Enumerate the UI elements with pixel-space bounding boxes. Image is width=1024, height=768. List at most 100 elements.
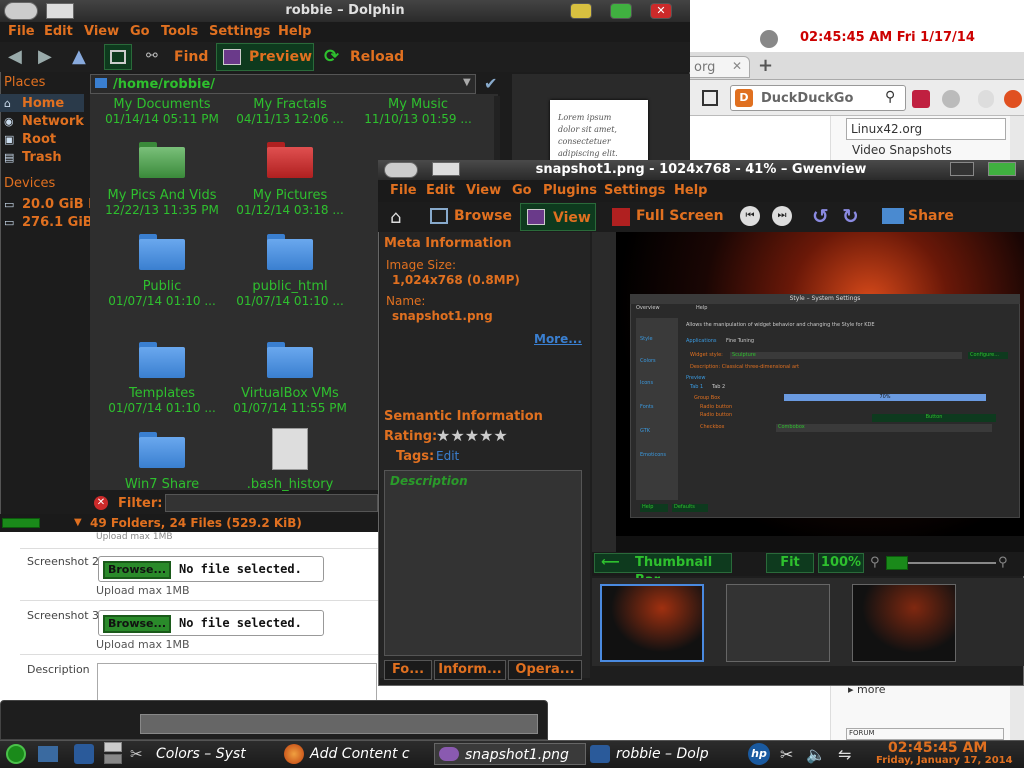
screenshot3-file-input[interactable]: Browse... No file selected. <box>98 610 324 636</box>
linux42-field[interactable]: Linux42.org <box>846 118 1006 140</box>
thumbnail[interactable] <box>726 584 830 662</box>
item-name[interactable]: Public <box>98 279 226 294</box>
browse-button-3[interactable]: Browse... <box>103 615 171 633</box>
zoom-slider-handle[interactable] <box>886 556 908 570</box>
calculator-icon[interactable] <box>702 90 718 106</box>
thumbnail-bar-button[interactable]: ⟵ Thumbnail Bar <box>594 553 732 588</box>
menu-view[interactable]: View <box>84 24 119 39</box>
item-name[interactable]: public_html <box>226 279 354 294</box>
back-icon[interactable]: ◀ <box>8 46 22 67</box>
chevron-down-icon[interactable]: ▼ <box>74 517 82 528</box>
close-filter-icon[interactable]: ✕ <box>94 496 108 510</box>
star-icon[interactable]: ★ <box>450 426 464 445</box>
menu-go[interactable]: Go <box>512 183 532 198</box>
menu-file[interactable]: File <box>8 24 35 39</box>
tab-information[interactable]: Inform... <box>434 660 506 680</box>
volume-icon[interactable]: 🔈 <box>806 745 826 764</box>
menu-file[interactable]: File <box>390 183 417 198</box>
item-name[interactable]: .bash_history <box>226 477 354 492</box>
screenshot2-file-input[interactable]: Browse... No file selected. <box>98 556 324 582</box>
rotate-right-icon[interactable]: ↻ <box>842 204 859 228</box>
rotate-left-icon[interactable]: ↺ <box>812 204 829 228</box>
win7-folder-icon[interactable] <box>139 432 185 468</box>
public-html-folder-icon[interactable] <box>267 234 313 270</box>
share-button[interactable]: Share <box>908 208 954 224</box>
browse-button-2[interactable]: Browse... <box>103 561 171 579</box>
star-icon[interactable]: ★ <box>436 426 450 445</box>
item-name[interactable]: Win7 Share <box>98 477 226 492</box>
device-2[interactable]: 276.1 GiB <box>22 215 93 230</box>
hp-icon[interactable]: hp <box>748 743 770 765</box>
more-link[interactable]: More... <box>534 332 582 346</box>
tab-close-icon[interactable]: ✕ <box>732 59 742 73</box>
ghost-icon[interactable] <box>978 90 994 108</box>
up-icon[interactable]: ▲ <box>72 46 86 67</box>
menu-help[interactable]: Help <box>674 183 707 198</box>
zoom-slider-track[interactable] <box>908 562 996 564</box>
kde-menu-icon[interactable] <box>6 744 26 764</box>
templates-folder-icon[interactable] <box>139 342 185 378</box>
forum-box[interactable]: FORUM <box>846 728 1004 740</box>
tab-folders[interactable]: Fo... <box>384 660 432 680</box>
item-name[interactable]: My Documents <box>98 97 226 112</box>
star-icon[interactable]: ★ <box>493 426 507 445</box>
next-icon[interactable]: ⏭ <box>772 206 792 226</box>
task-gwenview[interactable]: snapshot1.png <box>434 743 586 765</box>
device-1[interactable]: 20.0 GiB I <box>22 197 93 212</box>
menu-edit[interactable]: Edit <box>44 24 73 39</box>
virtualbox-folder-icon[interactable] <box>267 342 313 378</box>
item-name[interactable]: VirtualBox VMs <box>226 386 354 401</box>
browse-button[interactable]: Browse <box>454 208 512 224</box>
menu-settings[interactable]: Settings <box>209 24 270 39</box>
minimize-button[interactable] <box>950 162 974 176</box>
maximize-button[interactable] <box>988 162 1016 176</box>
item-name[interactable]: My Pics And Vids <box>98 188 226 203</box>
forward-icon[interactable]: ▶ <box>38 46 52 67</box>
addon-icon[interactable] <box>912 90 930 108</box>
item-name[interactable]: Templates <box>98 386 226 401</box>
home-icon[interactable]: ⌂ <box>390 207 401 228</box>
zoom-out-icon[interactable]: ⚲ <box>870 555 880 570</box>
task-colors[interactable]: ✂ Colors – Syst <box>130 743 278 765</box>
item-name[interactable]: My Pictures <box>226 188 354 203</box>
search-icon[interactable]: ⚲ <box>885 89 895 105</box>
zoom-level[interactable]: 100% <box>818 553 864 573</box>
search-box[interactable]: D DuckDuckGo ⚲ <box>730 85 906 111</box>
firefox-profile-icon[interactable] <box>760 30 778 48</box>
task-dolphin[interactable]: robbie – Dolp <box>590 743 738 765</box>
menu-help[interactable]: Help <box>278 24 311 39</box>
taskbar-clock-time[interactable]: 02:45:45 AM <box>888 740 987 756</box>
task-firefox[interactable]: Add Content c <box>284 743 432 765</box>
menu-tools[interactable]: Tools <box>161 24 198 39</box>
pager-icon[interactable] <box>104 742 122 752</box>
checkmark-icon[interactable]: ✔ <box>484 74 497 93</box>
menu-settings[interactable]: Settings <box>604 183 665 198</box>
rating-stars[interactable]: ★★★★★ <box>436 426 508 445</box>
star-icon[interactable]: ★ <box>479 426 493 445</box>
description-box[interactable] <box>384 470 582 656</box>
menu-go[interactable]: Go <box>130 24 150 39</box>
find-button[interactable]: Find <box>174 49 208 65</box>
preview-button[interactable]: Preview <box>216 43 314 71</box>
duck-icon[interactable] <box>1004 90 1022 108</box>
dolphin-launcher-icon[interactable] <box>74 744 94 764</box>
menu-edit[interactable]: Edit <box>426 183 455 198</box>
zoom-in-icon[interactable]: ⚲ <box>998 555 1008 570</box>
fit-button[interactable]: Fit <box>766 553 814 573</box>
pictures-folder-icon[interactable] <box>267 142 313 178</box>
view-mode-button[interactable] <box>104 44 132 70</box>
video-snapshots-link[interactable]: Video Snapshots <box>852 143 952 157</box>
pics-folder-icon[interactable] <box>139 142 185 178</box>
thumbnail[interactable] <box>600 584 704 662</box>
pager-icon[interactable] <box>104 754 122 764</box>
place-root[interactable]: Root <box>22 132 56 147</box>
location-bar[interactable]: /home/robbie/ ▼ <box>90 74 476 94</box>
public-folder-icon[interactable] <box>139 234 185 270</box>
network-icon[interactable]: ⇋ <box>838 745 851 764</box>
item-name[interactable]: My Fractals <box>226 97 354 112</box>
new-tab-button[interactable]: + <box>758 55 773 76</box>
previous-icon[interactable]: ⏮ <box>740 206 760 226</box>
place-network[interactable]: Network <box>22 114 84 129</box>
scissors-icon[interactable]: ✂ <box>780 745 793 764</box>
star-icon[interactable]: ★ <box>465 426 479 445</box>
